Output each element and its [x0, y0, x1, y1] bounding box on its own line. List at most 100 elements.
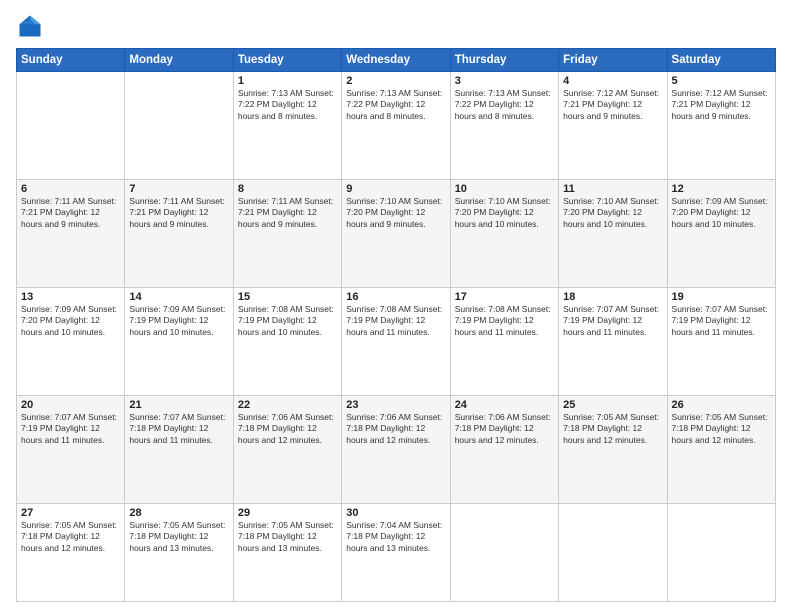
day-info: Sunrise: 7:05 AM Sunset: 7:18 PM Dayligh… [563, 412, 662, 446]
weekday-header-saturday: Saturday [667, 49, 775, 72]
day-info: Sunrise: 7:08 AM Sunset: 7:19 PM Dayligh… [238, 304, 337, 338]
day-number: 4 [563, 75, 662, 87]
day-info: Sunrise: 7:10 AM Sunset: 7:20 PM Dayligh… [346, 196, 445, 230]
header [16, 12, 776, 40]
logo-icon [16, 12, 44, 40]
day-number: 28 [129, 507, 228, 519]
calendar-cell: 11Sunrise: 7:10 AM Sunset: 7:20 PM Dayli… [559, 179, 667, 287]
day-info: Sunrise: 7:13 AM Sunset: 7:22 PM Dayligh… [346, 88, 445, 122]
calendar-cell: 29Sunrise: 7:05 AM Sunset: 7:18 PM Dayli… [233, 503, 341, 601]
day-number: 23 [346, 399, 445, 411]
calendar-cell: 12Sunrise: 7:09 AM Sunset: 7:20 PM Dayli… [667, 179, 775, 287]
calendar-cell [559, 503, 667, 601]
day-info: Sunrise: 7:11 AM Sunset: 7:21 PM Dayligh… [21, 196, 120, 230]
day-number: 27 [21, 507, 120, 519]
calendar-cell: 4Sunrise: 7:12 AM Sunset: 7:21 PM Daylig… [559, 72, 667, 180]
day-number: 20 [21, 399, 120, 411]
weekday-header-wednesday: Wednesday [342, 49, 450, 72]
day-number: 6 [21, 183, 120, 195]
day-number: 25 [563, 399, 662, 411]
day-number: 30 [346, 507, 445, 519]
calendar-cell: 5Sunrise: 7:12 AM Sunset: 7:21 PM Daylig… [667, 72, 775, 180]
calendar-row-1: 6Sunrise: 7:11 AM Sunset: 7:21 PM Daylig… [17, 179, 776, 287]
calendar-cell: 19Sunrise: 7:07 AM Sunset: 7:19 PM Dayli… [667, 287, 775, 395]
calendar-cell: 18Sunrise: 7:07 AM Sunset: 7:19 PM Dayli… [559, 287, 667, 395]
day-number: 12 [672, 183, 771, 195]
day-number: 14 [129, 291, 228, 303]
calendar-body: 1Sunrise: 7:13 AM Sunset: 7:22 PM Daylig… [17, 72, 776, 602]
day-info: Sunrise: 7:11 AM Sunset: 7:21 PM Dayligh… [129, 196, 228, 230]
page: SundayMondayTuesdayWednesdayThursdayFrid… [0, 0, 792, 612]
day-info: Sunrise: 7:13 AM Sunset: 7:22 PM Dayligh… [238, 88, 337, 122]
day-info: Sunrise: 7:07 AM Sunset: 7:19 PM Dayligh… [563, 304, 662, 338]
calendar-cell: 22Sunrise: 7:06 AM Sunset: 7:18 PM Dayli… [233, 395, 341, 503]
day-info: Sunrise: 7:07 AM Sunset: 7:19 PM Dayligh… [21, 412, 120, 446]
calendar-cell: 6Sunrise: 7:11 AM Sunset: 7:21 PM Daylig… [17, 179, 125, 287]
calendar-cell: 24Sunrise: 7:06 AM Sunset: 7:18 PM Dayli… [450, 395, 558, 503]
calendar-row-4: 27Sunrise: 7:05 AM Sunset: 7:18 PM Dayli… [17, 503, 776, 601]
calendar-cell: 3Sunrise: 7:13 AM Sunset: 7:22 PM Daylig… [450, 72, 558, 180]
day-number: 1 [238, 75, 337, 87]
weekday-header-monday: Monday [125, 49, 233, 72]
calendar-cell: 10Sunrise: 7:10 AM Sunset: 7:20 PM Dayli… [450, 179, 558, 287]
day-info: Sunrise: 7:06 AM Sunset: 7:18 PM Dayligh… [455, 412, 554, 446]
day-number: 13 [21, 291, 120, 303]
day-number: 18 [563, 291, 662, 303]
day-number: 16 [346, 291, 445, 303]
day-number: 22 [238, 399, 337, 411]
day-info: Sunrise: 7:09 AM Sunset: 7:19 PM Dayligh… [129, 304, 228, 338]
day-info: Sunrise: 7:05 AM Sunset: 7:18 PM Dayligh… [129, 520, 228, 554]
calendar-cell: 17Sunrise: 7:08 AM Sunset: 7:19 PM Dayli… [450, 287, 558, 395]
calendar-cell [125, 72, 233, 180]
calendar-cell [667, 503, 775, 601]
calendar-row-3: 20Sunrise: 7:07 AM Sunset: 7:19 PM Dayli… [17, 395, 776, 503]
day-info: Sunrise: 7:13 AM Sunset: 7:22 PM Dayligh… [455, 88, 554, 122]
calendar-cell: 8Sunrise: 7:11 AM Sunset: 7:21 PM Daylig… [233, 179, 341, 287]
day-info: Sunrise: 7:09 AM Sunset: 7:20 PM Dayligh… [672, 196, 771, 230]
day-number: 26 [672, 399, 771, 411]
weekday-header-tuesday: Tuesday [233, 49, 341, 72]
weekday-header-row: SundayMondayTuesdayWednesdayThursdayFrid… [17, 49, 776, 72]
day-info: Sunrise: 7:07 AM Sunset: 7:19 PM Dayligh… [672, 304, 771, 338]
calendar-cell: 21Sunrise: 7:07 AM Sunset: 7:18 PM Dayli… [125, 395, 233, 503]
day-number: 3 [455, 75, 554, 87]
day-number: 8 [238, 183, 337, 195]
calendar-cell: 25Sunrise: 7:05 AM Sunset: 7:18 PM Dayli… [559, 395, 667, 503]
calendar-cell: 30Sunrise: 7:04 AM Sunset: 7:18 PM Dayli… [342, 503, 450, 601]
calendar-cell: 23Sunrise: 7:06 AM Sunset: 7:18 PM Dayli… [342, 395, 450, 503]
weekday-header-friday: Friday [559, 49, 667, 72]
weekday-header-thursday: Thursday [450, 49, 558, 72]
calendar-row-2: 13Sunrise: 7:09 AM Sunset: 7:20 PM Dayli… [17, 287, 776, 395]
calendar-cell: 28Sunrise: 7:05 AM Sunset: 7:18 PM Dayli… [125, 503, 233, 601]
day-info: Sunrise: 7:12 AM Sunset: 7:21 PM Dayligh… [563, 88, 662, 122]
calendar-cell [450, 503, 558, 601]
calendar-cell: 15Sunrise: 7:08 AM Sunset: 7:19 PM Dayli… [233, 287, 341, 395]
day-number: 5 [672, 75, 771, 87]
day-info: Sunrise: 7:05 AM Sunset: 7:18 PM Dayligh… [238, 520, 337, 554]
day-number: 11 [563, 183, 662, 195]
day-info: Sunrise: 7:05 AM Sunset: 7:18 PM Dayligh… [672, 412, 771, 446]
day-number: 17 [455, 291, 554, 303]
calendar-cell [17, 72, 125, 180]
day-info: Sunrise: 7:09 AM Sunset: 7:20 PM Dayligh… [21, 304, 120, 338]
day-info: Sunrise: 7:10 AM Sunset: 7:20 PM Dayligh… [455, 196, 554, 230]
logo [16, 12, 48, 40]
calendar-table: SundayMondayTuesdayWednesdayThursdayFrid… [16, 48, 776, 602]
day-info: Sunrise: 7:05 AM Sunset: 7:18 PM Dayligh… [21, 520, 120, 554]
calendar-cell: 1Sunrise: 7:13 AM Sunset: 7:22 PM Daylig… [233, 72, 341, 180]
day-info: Sunrise: 7:10 AM Sunset: 7:20 PM Dayligh… [563, 196, 662, 230]
day-info: Sunrise: 7:11 AM Sunset: 7:21 PM Dayligh… [238, 196, 337, 230]
day-number: 24 [455, 399, 554, 411]
day-info: Sunrise: 7:04 AM Sunset: 7:18 PM Dayligh… [346, 520, 445, 554]
day-number: 7 [129, 183, 228, 195]
day-number: 29 [238, 507, 337, 519]
day-number: 21 [129, 399, 228, 411]
calendar-cell: 26Sunrise: 7:05 AM Sunset: 7:18 PM Dayli… [667, 395, 775, 503]
calendar-cell: 13Sunrise: 7:09 AM Sunset: 7:20 PM Dayli… [17, 287, 125, 395]
day-number: 19 [672, 291, 771, 303]
day-number: 2 [346, 75, 445, 87]
calendar-cell: 9Sunrise: 7:10 AM Sunset: 7:20 PM Daylig… [342, 179, 450, 287]
day-info: Sunrise: 7:12 AM Sunset: 7:21 PM Dayligh… [672, 88, 771, 122]
calendar-cell: 16Sunrise: 7:08 AM Sunset: 7:19 PM Dayli… [342, 287, 450, 395]
day-number: 15 [238, 291, 337, 303]
